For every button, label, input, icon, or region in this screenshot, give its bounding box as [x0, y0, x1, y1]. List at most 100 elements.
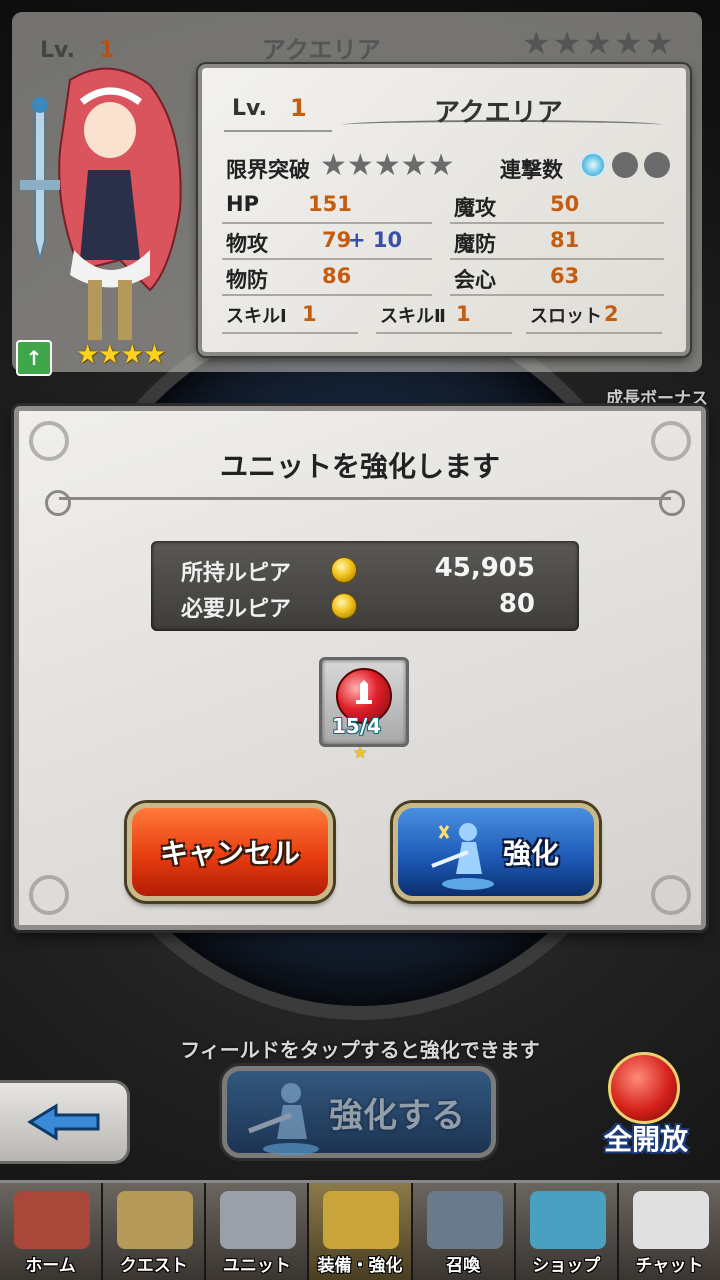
slot-value: 2	[604, 302, 619, 326]
hp-value: 151	[308, 192, 352, 216]
required-rupee-value: 80	[498, 589, 535, 619]
knight-helmet-icon	[220, 1191, 297, 1249]
nav-label: クエスト	[119, 1256, 188, 1276]
slot-label: スロット	[530, 306, 602, 327]
combo-orb-icon	[580, 152, 606, 178]
treasure-chest-icon	[529, 1191, 606, 1249]
mag-atk-value: 50	[550, 192, 580, 216]
phys-def-row: 物防 86	[222, 264, 436, 296]
required-rupee-row: 必要ルピア 80	[151, 589, 579, 625]
enhance-button-label: 強化	[502, 837, 559, 870]
dialog-title: ユニットを強化します	[219, 450, 500, 483]
divider	[450, 222, 664, 224]
sofa-icon	[14, 1191, 90, 1249]
nav-home[interactable]: ホーム	[0, 1183, 104, 1280]
enhance-confirm-dialog: ユニットを強化します 所持ルピア 45,905 必要ルピア 80 15/4 ★ …	[14, 406, 706, 930]
divider	[222, 332, 358, 334]
material-item-slot[interactable]: 15/4	[319, 657, 409, 747]
crit-label: 会心	[454, 268, 496, 292]
status-card: Lv. 1 アクエリア 限界突破 ★★★★★ 連撃数 HP 151 魔攻 50 …	[198, 64, 690, 356]
slot-row: スロット 2	[526, 302, 670, 334]
limit-break-stars: ★★★★★	[320, 148, 455, 183]
open-all-label: 全開放	[603, 1123, 688, 1156]
enhance-button[interactable]: 強化	[393, 803, 599, 901]
nav-label: ユニット	[222, 1256, 291, 1276]
level-label: Lv.	[232, 96, 267, 121]
combo-orbs	[580, 152, 670, 178]
enhance-figure-icon	[431, 823, 494, 890]
skill2-value: 1	[456, 302, 471, 326]
mag-atk-label: 魔攻	[454, 196, 496, 220]
divider	[450, 258, 664, 260]
chat-bubble-icon	[632, 1191, 709, 1249]
mag-atk-row: 魔攻 50	[450, 192, 664, 224]
nav-shop[interactable]: ショップ	[515, 1183, 619, 1280]
gate-icon	[426, 1191, 503, 1249]
skill2-label: スキルⅡ	[380, 306, 446, 327]
nav-quest[interactable]: クエスト	[103, 1183, 207, 1280]
combo-orb-icon	[612, 152, 638, 178]
corner-ornament	[29, 875, 69, 915]
nav-chat[interactable]: チャット	[618, 1183, 720, 1280]
item-count: 15/4	[332, 714, 382, 738]
nav-equip-enhance[interactable]: 装備・強化	[309, 1183, 413, 1280]
phys-atk-value: 79	[322, 228, 352, 252]
combo-orb-icon	[644, 152, 670, 178]
rarity-stars: ★★★★	[76, 340, 166, 370]
enhance-action-label: 強化する	[329, 1095, 465, 1136]
title-ornament	[45, 490, 685, 516]
skill1-value: 1	[302, 302, 317, 326]
open-all-sword-icon	[608, 1052, 680, 1124]
up-arrow-icon: ↑	[16, 340, 52, 376]
owned-rupee-label: 所持ルピア	[181, 561, 292, 586]
bottom-nav: ホーム クエスト ユニット 装備・強化 召喚 ショップ チャット	[0, 1180, 720, 1280]
combo-label: 連撃数	[500, 158, 563, 182]
divider	[224, 130, 332, 132]
mag-def-label: 魔防	[454, 232, 496, 256]
skill1-label: スキルⅠ	[226, 306, 287, 327]
divider	[222, 222, 432, 224]
coin-icon	[331, 557, 357, 583]
unit-name: アクエリア	[434, 98, 563, 128]
nav-unit[interactable]: ユニット	[206, 1183, 310, 1280]
phys-atk-row: 物攻 79 + 10	[222, 228, 436, 260]
phys-atk-label: 物攻	[226, 232, 268, 256]
owned-rupee-row: 所持ルピア 45,905	[151, 553, 579, 589]
background-unit-name: アクエリア	[262, 36, 381, 64]
back-button[interactable]	[0, 1080, 130, 1164]
enhance-action-button[interactable]: 強化する	[222, 1066, 496, 1158]
cancel-button-label: キャンセル	[159, 837, 300, 870]
nav-label: 召喚	[446, 1256, 481, 1276]
divider	[450, 294, 664, 296]
mag-def-row: 魔防 81	[450, 228, 664, 260]
back-arrow-icon	[26, 1103, 99, 1141]
limit-break-label: 限界突破	[226, 158, 310, 182]
cancel-button[interactable]: キャンセル	[127, 803, 333, 901]
open-all-button[interactable]: 全開放	[578, 1052, 708, 1164]
nav-label: ショップ	[532, 1256, 601, 1276]
divider	[222, 258, 432, 260]
enhance-figure-icon	[248, 1083, 319, 1155]
phys-def-label: 物防	[226, 268, 268, 292]
skill1-row: スキルⅠ 1	[222, 302, 366, 334]
hp-label: HP	[226, 192, 259, 216]
required-rupee-label: 必要ルピア	[181, 597, 292, 622]
hp-row: HP 151	[222, 192, 432, 224]
phys-atk-bonus: + 10	[348, 228, 403, 252]
phys-def-value: 86	[322, 264, 352, 288]
divider	[222, 294, 432, 296]
equipment-icon	[323, 1191, 400, 1249]
corner-ornament	[651, 875, 691, 915]
coin-icon	[331, 593, 357, 619]
background-stars: ★★★★★	[522, 24, 676, 62]
crit-value: 63	[550, 264, 580, 288]
nav-label: チャット	[635, 1256, 704, 1276]
mag-def-value: 81	[550, 228, 580, 252]
nav-summon[interactable]: 召喚	[412, 1183, 516, 1280]
rupee-summary: 所持ルピア 45,905 必要ルピア 80	[151, 541, 579, 631]
map-icon	[117, 1191, 194, 1249]
item-star-icon: ★	[353, 743, 368, 762]
divider	[376, 332, 512, 334]
owned-rupee-value: 45,905	[434, 553, 535, 583]
sword-icon	[356, 680, 372, 704]
